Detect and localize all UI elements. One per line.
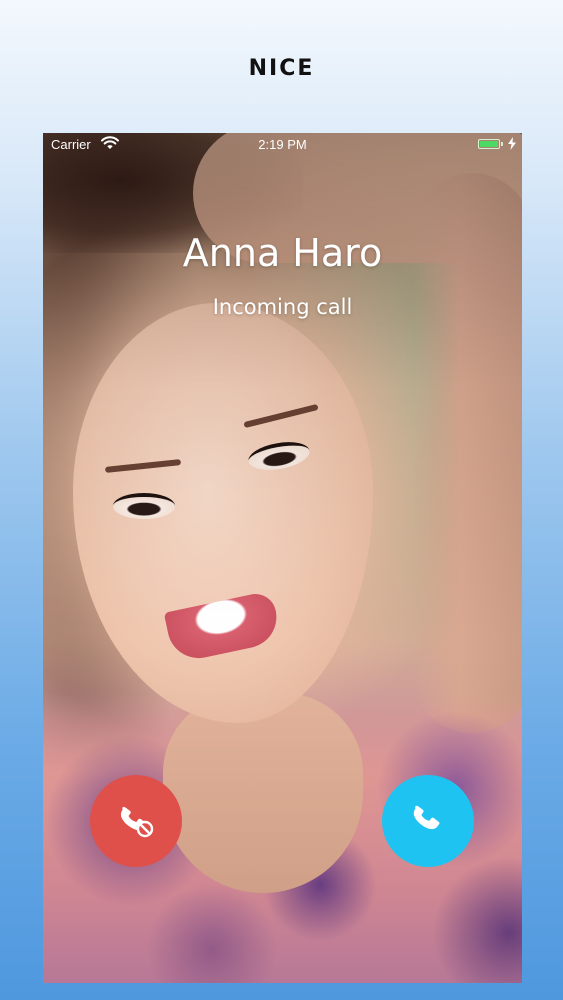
phone-accept-icon — [403, 794, 453, 848]
battery-icon — [478, 139, 500, 149]
caller-name: Anna Haro — [182, 231, 383, 275]
phone-decline-icon — [111, 794, 161, 848]
app-title: NICE — [248, 56, 315, 81]
accept-call-button[interactable] — [382, 775, 474, 867]
call-status: Incoming call — [212, 295, 353, 319]
decline-call-button[interactable] — [90, 775, 182, 867]
status-time: 2:19 PM — [258, 137, 307, 152]
status-bar: Carrier 2:19 PM — [43, 133, 522, 155]
incoming-call-screen: Carrier 2:19 PM Anna Haro Incoming call — [43, 133, 522, 983]
charging-icon — [508, 137, 516, 150]
